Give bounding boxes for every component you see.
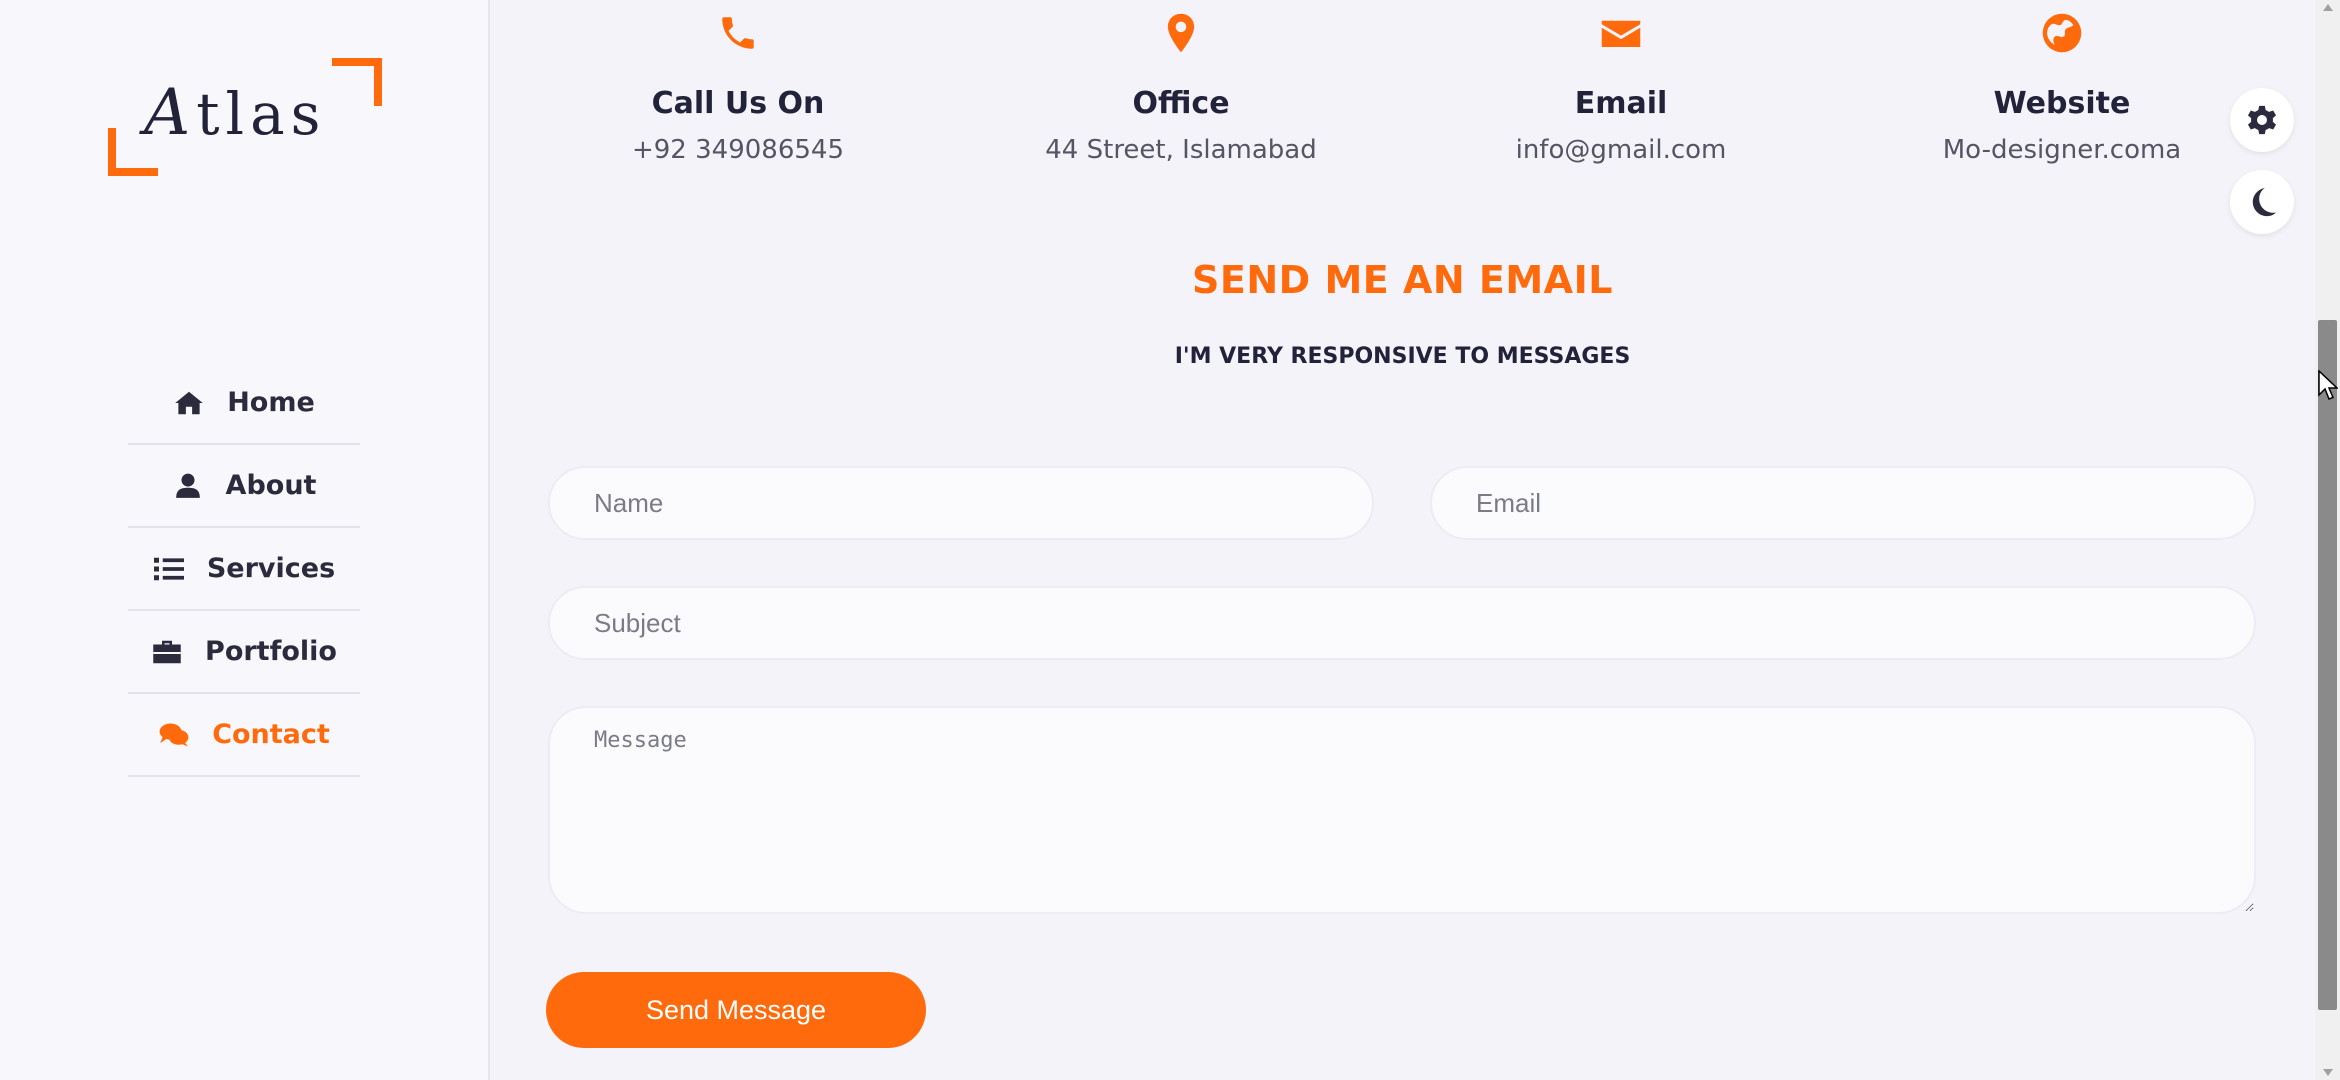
contact-info-row: Call Us On +92 349086545 Office 44 Stree… xyxy=(490,0,2315,170)
logo-initial: A xyxy=(144,76,197,150)
contact-card-email: Email info@gmail.com xyxy=(1451,8,1791,165)
main-nav: Home About Services Portfolio Contact xyxy=(128,362,360,777)
nav-item-contact[interactable]: Contact xyxy=(128,694,360,777)
contact-card-office: Office 44 Street, Islamabad xyxy=(1011,8,1351,165)
scroll-up-arrow-icon[interactable] xyxy=(2323,4,2333,11)
page: Atlas Home About Services Portfolio Cont… xyxy=(0,0,2340,1080)
home-icon xyxy=(173,389,205,417)
form-subheading: I'M VERY RESPONSIVE TO MESSAGES xyxy=(1174,344,1631,369)
logo-rest: tlas xyxy=(196,80,327,148)
contact-title-email: Email xyxy=(1574,86,1668,121)
phone-icon xyxy=(568,8,908,58)
user-icon xyxy=(172,472,204,500)
scroll-down-arrow-icon[interactable] xyxy=(2323,1069,2333,1076)
briefcase-icon xyxy=(151,638,183,666)
send-message-button[interactable]: Send Message xyxy=(546,972,926,1048)
contact-title-office: Office xyxy=(1132,86,1230,121)
form-heading: SEND ME AN EMAIL xyxy=(1192,258,1613,302)
sidebar: Atlas Home About Services Portfolio Cont… xyxy=(0,0,490,1080)
nav-item-about[interactable]: About xyxy=(128,445,360,528)
contact-value-phone[interactable]: +92 349086545 xyxy=(568,135,908,165)
theme-toggle-button[interactable] xyxy=(2230,170,2294,234)
mouse-cursor-icon xyxy=(2318,370,2338,400)
email-input[interactable] xyxy=(1430,466,2256,540)
contact-card-phone: Call Us On +92 349086545 xyxy=(568,8,908,165)
globe-icon xyxy=(1892,8,2232,58)
chat-icon xyxy=(158,721,190,749)
nav-label-services: Services xyxy=(206,553,336,584)
nav-label-portfolio: Portfolio xyxy=(205,636,337,667)
contact-value-website[interactable]: Mo-designer.coma xyxy=(1892,135,2232,165)
nav-item-portfolio[interactable]: Portfolio xyxy=(128,611,360,694)
message-textarea[interactable] xyxy=(548,706,2256,914)
logo-text: Atlas xyxy=(144,76,326,150)
nav-item-services[interactable]: Services xyxy=(128,528,360,611)
gear-icon xyxy=(2247,105,2277,135)
map-pin-icon xyxy=(1011,8,1351,58)
nav-label-home: Home xyxy=(227,387,315,418)
contact-card-website: Website Mo-designer.coma xyxy=(1892,8,2232,165)
contact-value-office: 44 Street, Islamabad xyxy=(1045,135,1317,165)
scrollbar-thumb[interactable] xyxy=(2318,320,2337,1010)
envelope-icon xyxy=(1451,8,1791,58)
contact-title-phone: Call Us On xyxy=(651,86,825,121)
nav-label-contact: Contact xyxy=(212,719,330,750)
nav-item-home[interactable]: Home xyxy=(128,362,360,445)
contact-value-email[interactable]: info@gmail.com xyxy=(1451,135,1791,165)
nav-label-about: About xyxy=(225,470,317,501)
moon-icon xyxy=(2252,187,2277,217)
contact-section: Call Us On +92 349086545 Office 44 Stree… xyxy=(490,0,2315,1080)
page-scrollbar[interactable] xyxy=(2315,0,2340,1080)
settings-button[interactable] xyxy=(2230,88,2294,152)
list-icon xyxy=(153,555,185,583)
logo-corner-top-right xyxy=(332,58,382,106)
contact-title-website: Website xyxy=(1993,86,2131,121)
name-input[interactable] xyxy=(548,466,1374,540)
subject-input[interactable] xyxy=(548,586,2256,660)
logo[interactable]: Atlas xyxy=(108,58,382,176)
